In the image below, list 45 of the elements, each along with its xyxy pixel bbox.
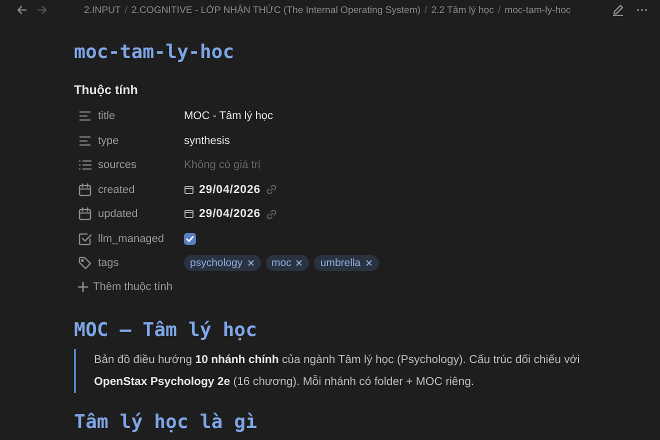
text-lines-icon: [78, 109, 92, 124]
tag-chip[interactable]: umbrella: [314, 255, 379, 272]
breadcrumb-separator: /: [124, 4, 128, 16]
note-title: moc-tam-ly-hoc: [74, 41, 236, 65]
breadcrumb-link[interactable]: 2.INPUT: [84, 4, 121, 16]
list-icon: [78, 158, 92, 172]
section-heading: MOC — Tâm lý học: [74, 318, 258, 340]
remove-icon[interactable]: [295, 259, 304, 268]
property-name[interactable]: created: [98, 184, 135, 196]
link-icon[interactable]: [266, 184, 277, 196]
breadcrumb-separator: /: [498, 4, 501, 16]
checkbox[interactable]: [184, 232, 196, 245]
property-name[interactable]: sources: [98, 159, 137, 172]
breadcrumb-link[interactable]: moc-tam-ly-hoc: [504, 4, 571, 16]
checkbox-icon: [78, 232, 92, 246]
breadcrumb-link[interactable]: 2.2 Tâm lý học: [431, 4, 494, 16]
plus-icon: [77, 280, 89, 292]
tag-icon: [78, 256, 92, 270]
date-value[interactable]: 29/04/2026: [199, 184, 261, 196]
property-name[interactable]: tags: [98, 257, 119, 270]
property-name[interactable]: updated: [98, 208, 138, 220]
calendar-icon: [78, 207, 92, 222]
property-name[interactable]: type: [98, 134, 119, 147]
property-value[interactable]: synthesis: [184, 134, 230, 147]
breadcrumb-link[interactable]: 2.COGNITIVE - LỚP NHẬN THỨC (The Internal Operating System): [131, 4, 421, 16]
text-lines-icon: [78, 134, 92, 148]
tag-chip[interactable]: moc: [266, 255, 310, 272]
calendar-icon: [78, 182, 92, 197]
calendar-icon: [184, 184, 194, 195]
section-heading: Tâm lý học là gì: [74, 410, 258, 432]
remove-icon[interactable]: [246, 259, 255, 268]
properties-heading: Thuộc tính: [74, 83, 139, 97]
blockquote: Bản đồ điều hướng 10 nhánh chính của ngành Tâm lý học (Psychology). Cấu trúc đối chiếu với OpenStax Psychology 2e (16 chương). Mỗi nhánh có folder + MOC riêng.: [74, 348, 584, 392]
back-arrow-icon[interactable]: [16, 4, 28, 16]
breadcrumb-separator: /: [424, 4, 428, 16]
calendar-icon: [184, 209, 194, 220]
property-value[interactable]: MOC - Tâm lý học: [184, 110, 274, 122]
property-name[interactable]: llm_managed: [98, 232, 164, 245]
date-value[interactable]: 29/04/2026: [199, 208, 261, 220]
link-icon[interactable]: [266, 208, 277, 220]
property-name[interactable]: title: [98, 110, 116, 122]
tag-chip[interactable]: psychology: [184, 255, 261, 272]
add-property-button[interactable]: Thêm thuộc tính: [77, 280, 172, 292]
remove-icon[interactable]: [364, 259, 373, 268]
pencil-icon[interactable]: [612, 4, 624, 16]
